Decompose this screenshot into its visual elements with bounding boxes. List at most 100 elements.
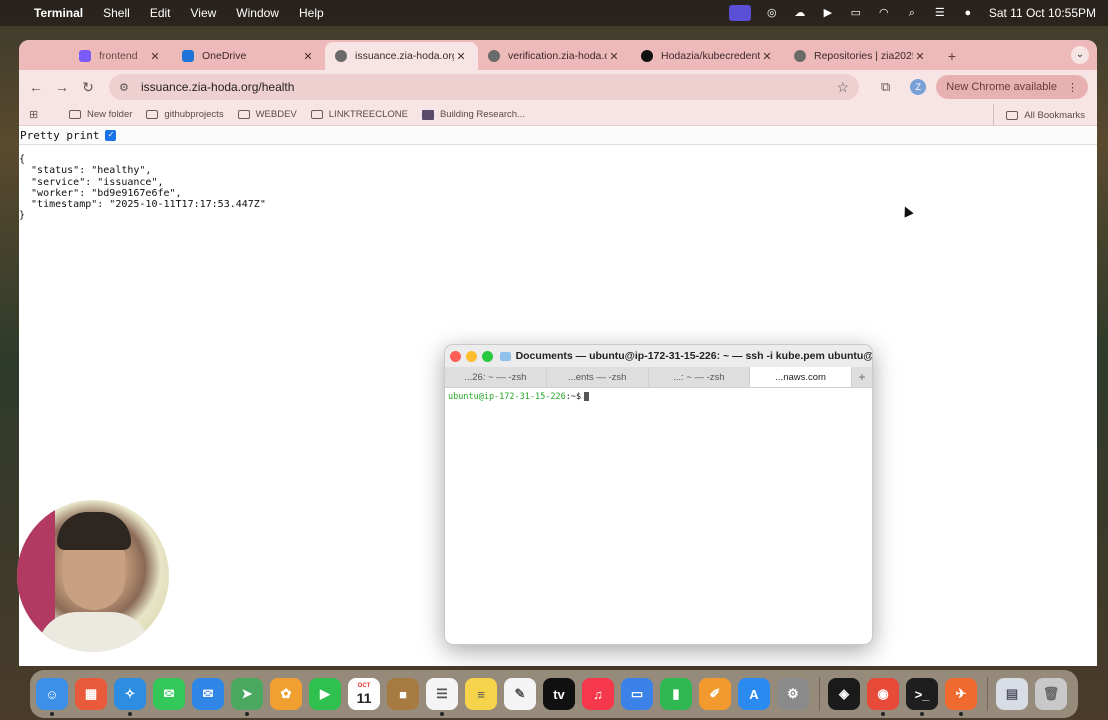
- all-bookmarks[interactable]: All Bookmarks: [993, 104, 1085, 126]
- weather-icon[interactable]: ☁: [793, 7, 807, 19]
- menu-app-name[interactable]: Terminal: [34, 6, 83, 20]
- wifi-icon[interactable]: ◠: [877, 7, 891, 19]
- menu-view[interactable]: View: [191, 6, 217, 20]
- appstore-icon[interactable]: A: [738, 678, 770, 710]
- webcam-person-hair: [57, 512, 131, 550]
- tab-search-chevron-icon[interactable]: ⌄: [1071, 46, 1089, 64]
- terminal-output[interactable]: ubuntu@ip-172-31-15-226:~$: [445, 388, 872, 406]
- safari-icon[interactable]: ✧: [114, 678, 146, 716]
- bookmark-star-icon[interactable]: ☆: [836, 79, 849, 96]
- chrome-icon[interactable]: ◉: [867, 678, 899, 716]
- tab-frontend[interactable]: frontend ✕: [19, 42, 172, 70]
- bookmark-githubprojects[interactable]: githubprojects: [146, 109, 224, 120]
- site-info-icon[interactable]: ⚙: [119, 81, 135, 94]
- folder-icon: [237, 110, 250, 119]
- facetime-icon[interactable]: ▶: [309, 678, 341, 710]
- terminal-titlebar[interactable]: Documents — ubuntu@ip-172-31-15-226: ~ —…: [445, 345, 872, 367]
- finder-icon[interactable]: ☺: [36, 678, 68, 716]
- numbers-icon[interactable]: ▮: [660, 678, 692, 710]
- bookmark-label: Building Research...: [439, 109, 525, 120]
- tab-repositories[interactable]: Repositories | zia2025 ✕: [784, 42, 937, 70]
- url-text[interactable]: issuance.zia-hoda.org/health: [141, 80, 836, 94]
- forward-arrow-icon[interactable]: →: [49, 79, 75, 95]
- pretty-print-checkbox[interactable]: ✓: [105, 130, 117, 141]
- zoom-window-icon[interactable]: [481, 350, 493, 362]
- bookmark-label: LINKTREECLONE: [328, 109, 408, 120]
- running-indicator: [245, 712, 249, 716]
- new-terminal-tab-button[interactable]: +: [852, 367, 872, 387]
- running-indicator: [50, 712, 54, 716]
- menu-edit[interactable]: Edit: [150, 6, 171, 20]
- close-tab-icon[interactable]: ✕: [760, 50, 774, 63]
- menu-clock[interactable]: Sat 11 Oct 10:55PM: [989, 6, 1096, 20]
- messages-icon[interactable]: ✉: [153, 678, 185, 710]
- json-line: "status": "healthy",: [19, 165, 152, 177]
- mail-icon[interactable]: ✉: [192, 678, 224, 710]
- notes-brown-icon[interactable]: ■: [387, 678, 419, 710]
- close-tab-icon[interactable]: ✕: [454, 50, 468, 63]
- extensions-puzzle-icon[interactable]: ⧉: [881, 79, 890, 95]
- bookmark-linktreeclone[interactable]: LINKTREECLONE: [310, 109, 408, 120]
- close-window-icon[interactable]: [450, 350, 461, 362]
- control-center-icon[interactable]: ☰: [933, 7, 947, 19]
- tab-verification[interactable]: verification.zia-hoda.o ✕: [478, 42, 631, 70]
- apps-shortcut[interactable]: ⊞: [19, 109, 55, 121]
- new-tab-button[interactable]: +: [937, 42, 967, 70]
- bookmark-label: New folder: [87, 109, 133, 120]
- trash-icon[interactable]: 🗑: [1035, 678, 1067, 710]
- notes-icon[interactable]: ≡: [465, 678, 497, 710]
- bookmark-building-research[interactable]: Building Research...: [421, 109, 525, 120]
- bookmark-new-folder[interactable]: New folder: [69, 109, 132, 120]
- bookmark-webdev[interactable]: WEBDEV: [237, 109, 297, 120]
- close-tab-icon[interactable]: ✕: [148, 50, 162, 63]
- close-tab-icon[interactable]: ✕: [607, 50, 621, 63]
- play-icon[interactable]: ▶: [821, 7, 835, 19]
- menu-window[interactable]: Window: [236, 6, 279, 20]
- pages-icon[interactable]: ✐: [699, 678, 731, 710]
- tab-onedrive[interactable]: OneDrive ✕: [172, 42, 325, 70]
- bookmarks-bar: ⊞ New folder githubprojects WEBDEV LINKT…: [19, 104, 1097, 126]
- pretty-print-bar: Pretty print ✓: [19, 127, 1097, 145]
- cursor-app-icon[interactable]: ◈: [828, 678, 860, 710]
- appletv-icon[interactable]: tv: [543, 678, 575, 710]
- downloads-stack-icon[interactable]: ▤: [996, 678, 1028, 710]
- back-arrow-icon[interactable]: ←: [23, 79, 49, 95]
- tab-strip: frontend ✕ OneDrive ✕ issuance.zia-hoda.…: [19, 40, 1097, 70]
- siri-icon[interactable]: ●: [961, 7, 975, 19]
- freeform-icon[interactable]: ✎: [504, 678, 536, 710]
- terminal-tab-3[interactable]: ...: ~ — -zsh: [649, 367, 751, 387]
- search-icon[interactable]: ⌕: [905, 7, 919, 19]
- globe-favicon-icon: [335, 50, 347, 62]
- address-bar[interactable]: ⚙ issuance.zia-hoda.org/health ☆: [109, 74, 859, 100]
- calendar-icon[interactable]: OCT 11: [348, 678, 380, 710]
- terminal-icon[interactable]: >_: [906, 678, 938, 716]
- extension-status-icon[interactable]: ◎: [765, 7, 779, 19]
- maps-icon[interactable]: ➤: [231, 678, 263, 716]
- menu-help[interactable]: Help: [299, 6, 324, 20]
- more-menu-icon[interactable]: ⋮: [1067, 81, 1078, 94]
- profile-avatar[interactable]: Z: [910, 79, 927, 95]
- photos-icon[interactable]: ✿: [270, 678, 302, 710]
- tab-issuance-health[interactable]: issuance.zia-hoda.org/ ✕: [325, 42, 478, 70]
- music-icon[interactable]: ♫: [582, 678, 614, 710]
- launchpad-icon[interactable]: ▦: [75, 678, 107, 710]
- close-tab-icon[interactable]: ✕: [301, 50, 315, 63]
- minimize-window-icon[interactable]: [465, 350, 477, 362]
- keynote-icon[interactable]: ▭: [621, 678, 653, 710]
- chrome-update-button[interactable]: New Chrome available ⋮: [936, 75, 1088, 99]
- postman-icon[interactable]: ✈: [945, 678, 977, 716]
- terminal-tab-4[interactable]: ...naws.com: [750, 367, 852, 387]
- battery-icon[interactable]: ▭: [849, 7, 863, 19]
- terminal-tab-1[interactable]: ...26: ~ — -zsh: [445, 367, 547, 387]
- tab-github[interactable]: Hodazia/kubecredentia ✕: [631, 42, 784, 70]
- close-tab-icon[interactable]: ✕: [913, 50, 927, 63]
- terminal-tab-2[interactable]: ...ents — -zsh: [547, 367, 649, 387]
- menu-shell[interactable]: Shell: [103, 6, 130, 20]
- json-line: }: [19, 210, 26, 222]
- onedrive-favicon-icon: [182, 50, 194, 62]
- reminders-icon[interactable]: ☰: [426, 678, 458, 716]
- screen-recording-icon[interactable]: [728, 5, 751, 21]
- running-indicator: [959, 712, 963, 716]
- reload-icon[interactable]: ↻: [75, 79, 101, 96]
- settings-icon[interactable]: ⚙: [777, 678, 809, 710]
